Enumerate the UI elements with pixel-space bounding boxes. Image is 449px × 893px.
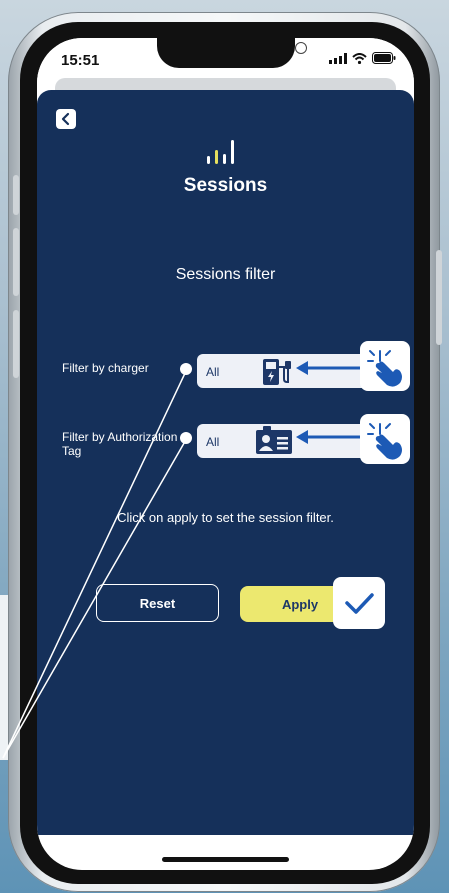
apply-hint <box>333 577 385 629</box>
phone-power-button <box>436 250 442 345</box>
sessions-filter-modal: Sessions Sessions filter Filter by charg… <box>37 90 414 835</box>
status-time: 15:51 <box>61 52 100 69</box>
checkmark-icon <box>345 593 374 614</box>
phone-volume-down <box>13 310 19 378</box>
phone-screen: 15:51 Sessions Sessions filter Filter by… <box>37 38 414 870</box>
tap-hint-charger <box>360 341 410 391</box>
tap-hand-icon <box>367 423 402 460</box>
filter-tag-value: All <box>206 435 220 449</box>
phone-volume-up <box>13 228 19 296</box>
page-title: Sessions <box>183 175 268 196</box>
tap-hand-icon <box>367 350 402 387</box>
sessions-logo-icon <box>207 140 234 164</box>
filter-tag-label: Filter by Authorization Tag <box>62 430 178 458</box>
status-icons <box>329 52 396 64</box>
filter-tag-select[interactable]: All <box>197 424 367 458</box>
charger-icon <box>263 359 291 385</box>
battery-icon <box>372 52 396 64</box>
help-text: Click on apply to set the session filter… <box>117 510 334 525</box>
filter-charger-select[interactable]: All <box>197 354 367 388</box>
back-chevron-icon <box>61 112 70 126</box>
filter-charger-label: Filter by charger <box>62 361 149 375</box>
tap-hint-tag <box>360 414 410 464</box>
signal-icon <box>329 52 347 64</box>
wifi-icon <box>352 52 367 64</box>
notch <box>157 38 307 68</box>
camera-icon <box>295 42 307 54</box>
filter-charger-value: All <box>206 365 220 379</box>
id-card-icon <box>256 426 292 454</box>
home-indicator <box>162 857 289 862</box>
phone-side-button <box>13 175 19 215</box>
reset-button[interactable]: Reset <box>96 584 219 622</box>
back-button[interactable] <box>56 109 76 129</box>
filter-heading: Sessions filter <box>175 266 276 283</box>
